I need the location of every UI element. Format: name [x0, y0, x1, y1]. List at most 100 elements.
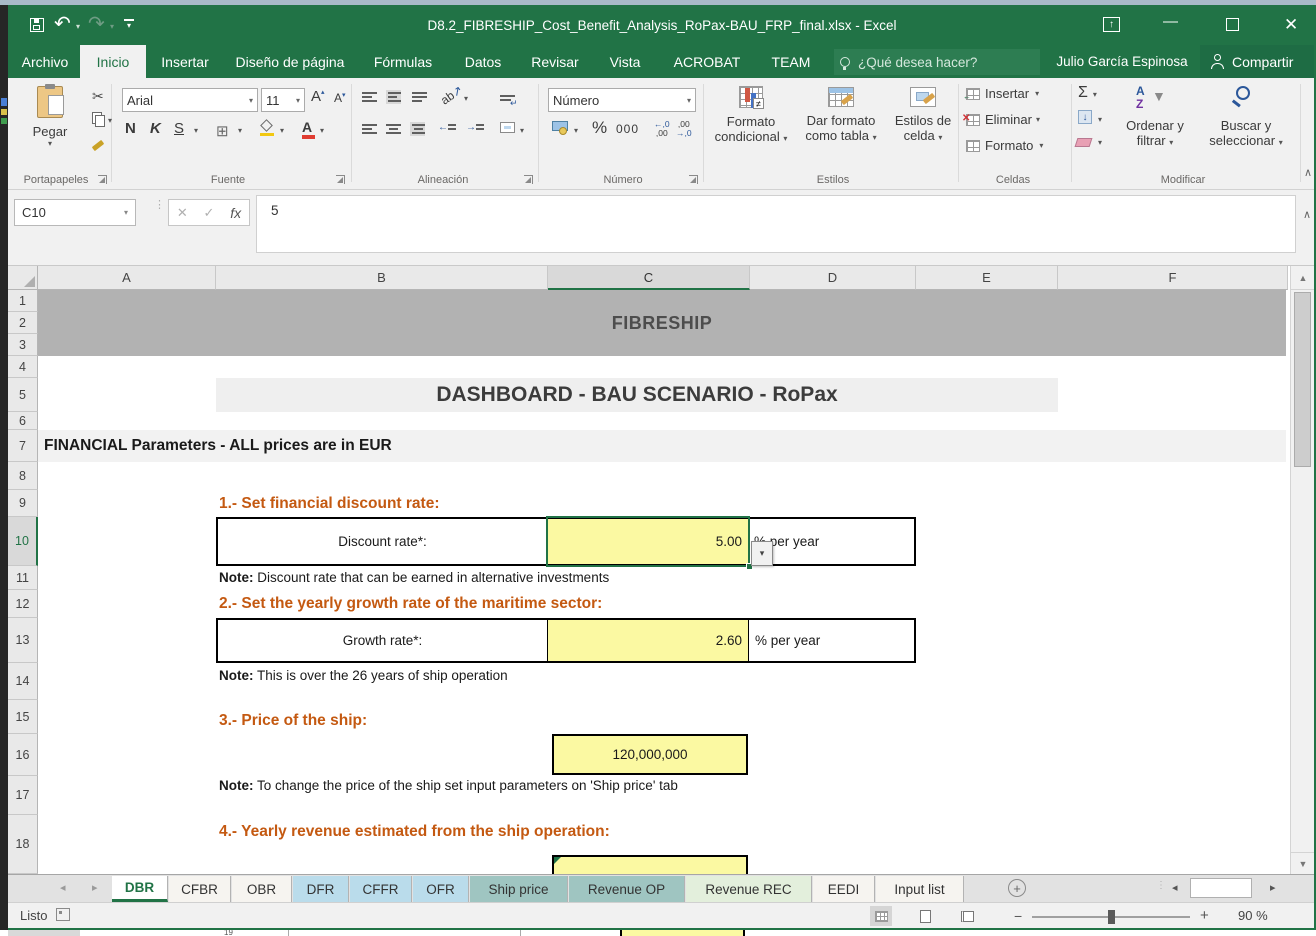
row-header-1[interactable]: 1 [8, 290, 38, 312]
tab-archivo[interactable]: Archivo [14, 45, 76, 78]
growth-rate-unit-cell[interactable]: % per year [748, 620, 914, 661]
tab-acrobat[interactable]: ACROBAT [660, 45, 754, 78]
tabstrip-splitter[interactable]: ⋮ [1156, 883, 1166, 888]
row-header-14[interactable]: 14 [8, 663, 38, 700]
sheet-tab-revenue-op[interactable]: Revenue OP [569, 876, 685, 902]
column-header-c[interactable]: C [548, 266, 750, 290]
collapse-ribbon-icon[interactable]: ∧ [1304, 166, 1312, 179]
align-left-icon[interactable] [362, 122, 377, 136]
close-button[interactable]: ✕ [1284, 15, 1298, 35]
increase-decimal-icon[interactable]: ←,0,00 [654, 120, 670, 138]
fill-color-icon[interactable] [260, 120, 276, 136]
row-header-16[interactable]: 16 [8, 734, 38, 776]
name-box-splitter[interactable]: ⋮ [154, 202, 165, 209]
row-header-5[interactable]: 5 [8, 378, 38, 412]
align-dialog-launcher-icon[interactable] [524, 175, 533, 184]
sheet-tab-cffr[interactable]: CFFR [350, 876, 412, 902]
insert-cells-button[interactable]: ← Insertar▾ [966, 86, 1039, 101]
autosum-button[interactable]: Σ▾ [1078, 84, 1097, 102]
row-header-2[interactable]: 2 [8, 312, 38, 334]
align-right-icon[interactable] [410, 122, 425, 136]
align-bottom-icon[interactable] [412, 90, 427, 104]
tell-me-search[interactable]: ¿Qué desea hacer? [834, 49, 1040, 75]
decrease-decimal-icon[interactable]: ,00→,0 [676, 120, 692, 138]
hscroll-left-icon[interactable]: ◂ [1172, 881, 1178, 894]
paste-dropdown-icon[interactable]: ▾ [22, 139, 78, 148]
sheet-tab-obr[interactable]: OBR [232, 876, 292, 902]
tab-formulas[interactable]: Fórmulas [360, 45, 446, 78]
row-header-13[interactable]: 13 [8, 618, 38, 663]
row-header-9[interactable]: 9 [8, 490, 38, 517]
clear-button[interactable] [1075, 138, 1093, 147]
page-break-view-button[interactable] [956, 906, 978, 926]
merge-center-icon[interactable] [500, 122, 515, 133]
sheet-tab-eedi[interactable]: EEDI [813, 876, 875, 902]
column-header-a[interactable]: A [38, 266, 216, 290]
sheet-tab-ofr[interactable]: OFR [413, 876, 469, 902]
borders-dropdown-icon[interactable]: ▾ [238, 126, 242, 135]
name-box[interactable]: C10 ▾ [14, 199, 136, 226]
underline-button[interactable]: S [174, 120, 184, 137]
format-as-table-button[interactable]: Dar formatocomo tabla ▾ [796, 84, 886, 178]
signed-in-user[interactable]: Julio García Espinosa [1048, 45, 1196, 78]
column-header-d[interactable]: D [750, 266, 916, 290]
row-header-7[interactable]: 7 [8, 430, 38, 462]
fill-button[interactable]: ↓ [1078, 110, 1092, 124]
row-header-4[interactable]: 4 [8, 356, 38, 378]
font-dialog-launcher-icon[interactable] [336, 175, 345, 184]
column-header-f[interactable]: F [1058, 266, 1288, 290]
formula-input[interactable]: 5 [256, 195, 1296, 253]
cut-icon[interactable]: ✂ [92, 88, 104, 105]
font-name-combo[interactable]: Arial▾ [122, 88, 258, 112]
find-select-button[interactable]: Buscar yseleccionar ▾ [1198, 84, 1294, 178]
minimize-button[interactable]: — [1163, 13, 1178, 30]
percent-style-button[interactable]: % [592, 118, 607, 138]
cancel-entry-icon[interactable]: ✕ [177, 205, 188, 221]
paste-button[interactable]: Pegar ▾ [22, 84, 78, 174]
underline-dropdown-icon[interactable]: ▾ [194, 126, 198, 135]
cell-styles-button[interactable]: Estilos decelda ▾ [888, 84, 958, 178]
row-header-8[interactable]: 8 [8, 462, 38, 490]
increase-indent-icon[interactable]: → [466, 122, 491, 133]
tab-inicio[interactable]: Inicio [80, 45, 146, 78]
tab-insertar[interactable]: Insertar [150, 45, 220, 78]
column-header-e[interactable]: E [916, 266, 1058, 290]
format-painter-icon[interactable] [92, 140, 105, 150]
normal-view-button[interactable] [870, 906, 892, 926]
merge-dropdown-icon[interactable]: ▾ [520, 126, 524, 135]
number-dialog-launcher-icon[interactable] [689, 175, 698, 184]
copy-icon[interactable] [92, 112, 102, 124]
column-header-b[interactable]: B [216, 266, 548, 290]
align-top-icon[interactable] [362, 90, 377, 104]
comma-style-button[interactable]: 000 [616, 122, 639, 136]
scroll-down-icon[interactable]: ▼ [1291, 852, 1315, 874]
row-header-15[interactable]: 15 [8, 700, 38, 734]
row-header-3[interactable]: 3 [8, 334, 38, 356]
format-cells-button[interactable]: Formato▾ [966, 138, 1043, 153]
macro-record-icon[interactable] [56, 908, 70, 921]
ribbon-display-options-icon[interactable]: ↑ [1103, 17, 1120, 32]
number-format-combo[interactable]: Número▾ [548, 88, 696, 112]
sheet-tab-ship-price[interactable]: Ship price [470, 876, 568, 902]
italic-button[interactable]: K [150, 120, 161, 137]
confirm-entry-icon[interactable]: ✓ [204, 205, 215, 221]
sheet-tab-cfbr[interactable]: CFBR [169, 876, 231, 902]
row-header-12[interactable]: 12 [8, 590, 38, 618]
tab-scroll-left-icon[interactable]: ◂ [60, 881, 66, 894]
hscroll-right-icon[interactable]: ▸ [1270, 881, 1276, 894]
maximize-button[interactable] [1226, 18, 1239, 31]
sheet-tab-dbr[interactable]: DBR [112, 876, 168, 902]
align-center-icon[interactable] [386, 122, 401, 136]
ship-price-cell[interactable]: 120,000,000 [552, 734, 748, 775]
clear-dropdown-icon[interactable]: ▾ [1098, 138, 1102, 147]
copy-dropdown-icon[interactable]: ▾ [108, 116, 112, 125]
sheet-tab-revenue-rec[interactable]: Revenue REC [686, 876, 812, 902]
yearly-revenue-cell[interactable] [552, 855, 748, 874]
align-middle-icon[interactable] [386, 90, 401, 104]
discount-rate-label-cell[interactable]: Discount rate*: [218, 519, 548, 564]
font-color-icon[interactable]: A [302, 119, 312, 135]
zoom-level[interactable]: 90 % [1238, 908, 1268, 923]
share-button[interactable]: Compartir [1200, 45, 1316, 78]
fill-dropdown-icon[interactable]: ▾ [1098, 115, 1102, 124]
wrap-text-icon[interactable]: ↵ [500, 90, 515, 108]
